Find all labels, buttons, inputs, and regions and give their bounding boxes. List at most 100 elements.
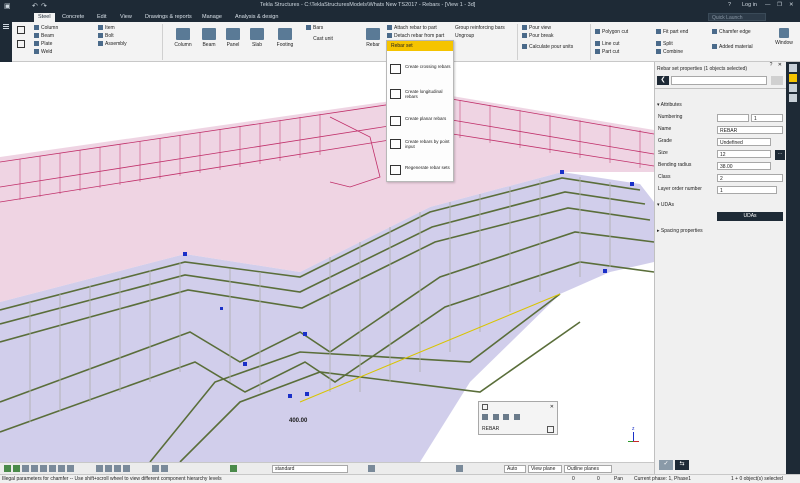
line-cut-button[interactable]: Line cut — [595, 41, 620, 47]
pin-icon[interactable] — [482, 404, 488, 410]
move-icon[interactable] — [482, 414, 488, 420]
added-material-button[interactable]: Added material — [712, 44, 753, 50]
tab-edit[interactable]: Edit — [97, 14, 106, 20]
create-rebars-by-point-input-item[interactable]: Create rebars by point input — [389, 139, 453, 157]
steel-item-button[interactable]: Item — [98, 25, 115, 31]
selection-filter-select[interactable]: standard — [272, 465, 348, 473]
select-rebars-icon[interactable] — [58, 465, 65, 472]
close-button[interactable]: ✕ — [789, 2, 794, 8]
size-select[interactable]: 12 — [717, 150, 771, 158]
pour-view-button[interactable]: Pour view — [522, 25, 551, 31]
tab-steel[interactable]: Steel — [34, 13, 55, 22]
attach-rebar-button[interactable]: Attach rebar to part — [387, 25, 437, 31]
catalog-icon[interactable] — [789, 84, 797, 92]
snap-lines-icon[interactable] — [152, 465, 159, 472]
regenerate-rebar-sets-item[interactable]: Regenerate rebar sets — [389, 165, 453, 177]
snap-perpendicular-icon[interactable] — [123, 465, 130, 472]
select-bolts-icon[interactable] — [49, 465, 56, 472]
applications-icon[interactable] — [789, 94, 797, 102]
dimension-icon[interactable] — [503, 414, 510, 420]
snap-intersections-icon[interactable] — [114, 465, 121, 472]
pick-icon[interactable] — [368, 465, 375, 472]
create-planar-rebars-item[interactable]: Create planar rebars — [389, 116, 453, 130]
concrete-beam-button[interactable]: Beam — [198, 28, 220, 48]
name-field[interactable]: REBAR — [717, 126, 783, 134]
help-icon[interactable]: ? — [728, 2, 731, 8]
udas-header[interactable]: ▾ UDAs — [657, 202, 674, 208]
close-icon[interactable]: ✕ — [550, 404, 554, 410]
create-longitudinal-rebars-item[interactable]: Create longitudinal rebars — [389, 89, 453, 107]
select-points-icon[interactable] — [31, 465, 38, 472]
settings-dropdown[interactable] — [671, 76, 767, 85]
concrete-column-button[interactable]: Column — [172, 28, 194, 48]
select-welds-icon[interactable] — [40, 465, 47, 472]
bars-button[interactable]: Bars — [306, 25, 323, 31]
hamburger-icon[interactable] — [3, 24, 9, 25]
numbering-start-field[interactable]: 1 — [751, 114, 783, 122]
steel-weld-button[interactable]: Weld — [34, 49, 52, 55]
login-link[interactable]: Log in — [742, 2, 757, 8]
tab-drawings-reports[interactable]: Drawings & reports — [145, 14, 192, 20]
bending-radius-select[interactable]: 38.00 — [717, 162, 771, 170]
steel-bolt-button[interactable]: Bolt — [98, 33, 114, 39]
spacing-properties-header[interactable]: ▸ Spacing properties — [657, 228, 703, 234]
footing-button[interactable]: Footing — [272, 28, 298, 48]
tab-manage[interactable]: Manage — [202, 14, 222, 20]
modify-button[interactable]: ✓ — [659, 460, 673, 470]
chamfer-edge-button[interactable]: Chamfer edge — [712, 29, 751, 35]
select-grids-icon[interactable] — [67, 465, 74, 472]
settings-icon[interactable] — [789, 74, 797, 82]
properties-icon[interactable] — [789, 64, 797, 72]
select-parts-icon[interactable] — [4, 465, 11, 472]
help-icon[interactable]: ? — [770, 62, 773, 68]
grade-select[interactable]: Undefined — [717, 138, 771, 146]
snap-midpoints-icon[interactable] — [105, 465, 112, 472]
quick-launch-input[interactable]: Quick Launch — [708, 13, 766, 21]
tab-concrete[interactable]: Concrete — [62, 14, 84, 20]
part-cut-button[interactable]: Part cut — [595, 49, 619, 55]
polygon-cut-button[interactable]: Polygon cut — [595, 29, 628, 35]
save-icon[interactable]: ▣ — [4, 2, 11, 10]
grid-icon[interactable] — [547, 426, 554, 433]
rebar-set-button[interactable]: Rebar set — [387, 41, 453, 51]
rebar-button[interactable]: Rebar — [362, 28, 384, 48]
select-arrow-icon[interactable] — [17, 26, 25, 34]
window-button[interactable]: Window — [772, 28, 796, 46]
snap-override-icon[interactable] — [230, 465, 237, 472]
rotate-icon[interactable] — [492, 414, 499, 420]
combine-button[interactable]: Combine — [656, 49, 683, 55]
snap-edges-icon[interactable] — [161, 465, 168, 472]
steel-beam-button[interactable]: Beam — [34, 33, 54, 39]
plane-select[interactable]: View plane — [528, 465, 562, 473]
snap-ends-icon[interactable] — [96, 465, 103, 472]
create-crossing-rebars-item[interactable]: Create crossing rebars — [389, 64, 453, 78]
panel-button[interactable]: Panel — [222, 28, 244, 48]
tab-analysis-design[interactable]: Analysis & design — [235, 14, 278, 20]
steel-assembly-button[interactable]: Assembly — [98, 41, 127, 47]
snap-icon[interactable] — [17, 40, 25, 48]
redo-icon[interactable]: ↷ — [41, 2, 47, 10]
udas-button[interactable]: UDAs — [717, 212, 783, 221]
fit-part-end-button[interactable]: Fit part end — [656, 29, 688, 35]
undo-icon[interactable]: ↶ — [32, 2, 38, 10]
maximize-button[interactable]: ❐ — [777, 2, 782, 8]
close-icon[interactable]: ✕ — [778, 62, 782, 68]
steel-column-button[interactable]: Column — [34, 25, 58, 31]
tab-view[interactable]: View — [120, 14, 132, 20]
size-browse-button[interactable]: … — [775, 150, 785, 160]
back-button[interactable]: ❮ — [657, 76, 669, 85]
save-settings-icon[interactable] — [771, 76, 783, 85]
outline-planes-select[interactable]: Outline planes — [564, 465, 612, 473]
split-button[interactable]: Split — [656, 41, 673, 47]
select-assemblies-icon[interactable] — [13, 465, 20, 472]
steel-plate-button[interactable]: Plate — [34, 41, 52, 47]
calculate-pour-units-button[interactable]: Calculate pour units — [522, 44, 573, 50]
layer-icon[interactable] — [456, 465, 463, 472]
attributes-header[interactable]: ▾ Attributes — [657, 102, 682, 108]
slab-button[interactable]: Slab — [246, 28, 268, 48]
class-field[interactable]: 2 — [717, 174, 783, 182]
get-properties-button[interactable]: ⇆ — [675, 460, 689, 470]
ungroup-button[interactable]: Ungroup — [455, 33, 474, 39]
edit-icon[interactable] — [513, 414, 520, 420]
snap-mode-select[interactable]: Auto — [504, 465, 526, 473]
